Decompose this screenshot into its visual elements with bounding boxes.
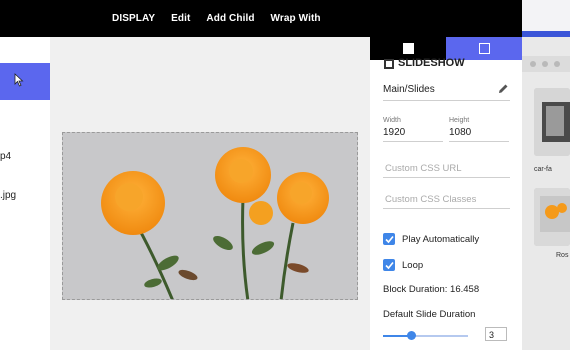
slide-duration-input[interactable]: 3 (485, 327, 507, 341)
custom-css-classes-field[interactable]: Custom CSS Classes (383, 193, 510, 209)
check-icon (384, 235, 394, 243)
custom-css-url-field[interactable]: Custom CSS URL (383, 162, 510, 178)
window-zoom-dot[interactable] (554, 61, 560, 67)
window-close-dot[interactable] (530, 61, 536, 67)
play-automatically-label: Play Automatically (402, 234, 480, 245)
main-menu: DISPLAY Edit Add Child Wrap With (112, 0, 337, 37)
menu-display[interactable]: DISPLAY (112, 13, 155, 24)
slideshow-image[interactable] (62, 132, 358, 300)
height-value: 1080 (449, 127, 472, 138)
background-window: car-fa Ros (522, 0, 570, 350)
width-label: Width (383, 117, 401, 124)
layer-list-item-selected[interactable] (0, 63, 50, 100)
slideshow-icon (384, 59, 394, 69)
menu-add-child[interactable]: Add Child (206, 13, 254, 24)
check-icon (384, 261, 394, 269)
filled-square-icon (402, 43, 414, 54)
thumbnail-car-caption: car-fa (534, 166, 552, 173)
play-automatically-checkbox[interactable] (383, 233, 395, 245)
roses-thumbnail-image (534, 188, 570, 246)
thumbnail-car[interactable] (534, 88, 570, 156)
thumbnail-roses[interactable] (534, 188, 570, 246)
width-value: 1920 (383, 127, 406, 138)
width-field[interactable]: 1920 (383, 126, 443, 142)
edit-pencil-icon[interactable] (497, 83, 509, 95)
square-outline-icon (478, 43, 490, 54)
mouse-cursor-icon (14, 73, 24, 87)
slide-duration-slider-thumb[interactable] (407, 331, 417, 340)
window-minimize-dot[interactable] (542, 61, 548, 67)
car-image (534, 88, 570, 156)
custom-css-classes-placeholder: Custom CSS Classes (385, 194, 477, 205)
block-duration-text: Block Duration: 16.458 (383, 284, 480, 295)
window-top-area (522, 0, 570, 31)
thumbnail-roses-caption: Ros (556, 252, 569, 259)
path-field[interactable]: Main/Slides (383, 82, 510, 101)
layer-list-item-label[interactable]: .jpg (0, 190, 16, 201)
menu-edit[interactable]: Edit (171, 13, 190, 24)
default-slide-duration-label: Default Slide Duration (383, 309, 476, 320)
loop-label: Loop (402, 260, 424, 271)
height-field[interactable]: 1080 (449, 126, 509, 142)
properties-panel: SLIDESHOW Main/Slides Width 1920 Height … (370, 57, 522, 350)
custom-css-url-placeholder: Custom CSS URL (385, 163, 462, 174)
menu-wrap-with[interactable]: Wrap With (271, 13, 321, 24)
path-value: Main/Slides (383, 84, 435, 95)
window-accent-strip (522, 31, 570, 37)
panel-title: SLIDESHOW (398, 57, 465, 69)
height-label: Height (449, 117, 470, 124)
loop-checkbox[interactable] (383, 259, 395, 271)
roses-photo (63, 133, 357, 299)
layer-list-item-label[interactable]: p4 (0, 151, 11, 162)
